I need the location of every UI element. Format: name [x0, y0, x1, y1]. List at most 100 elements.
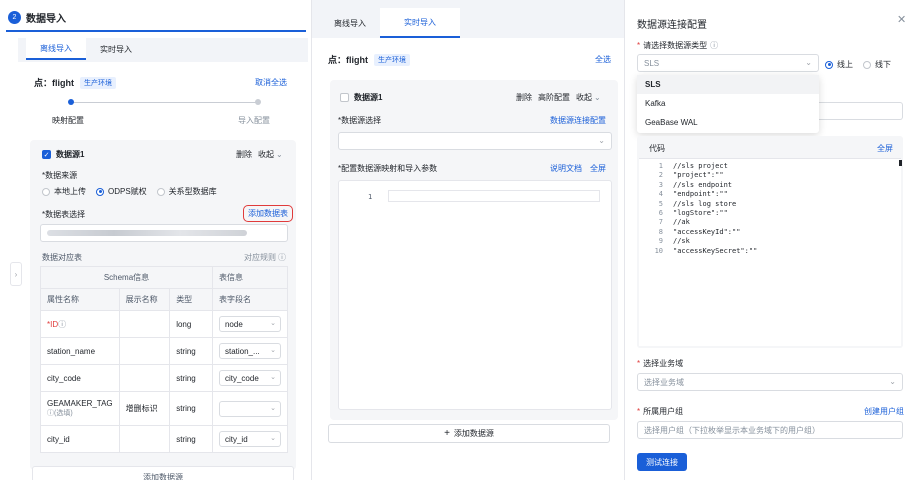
attr-name: city_id [40, 425, 120, 453]
code-line-number: 9 [658, 237, 663, 246]
radio-online[interactable]: 线上 [837, 59, 853, 70]
table-info-header: 表信息 [211, 266, 289, 289]
delete-link[interactable]: 删除 [516, 92, 532, 103]
add-datasource-label: 添加数据源 [143, 472, 183, 480]
editor-active-line[interactable] [388, 190, 600, 202]
table-row: *IDⓘ long node ⌄ [40, 310, 289, 338]
code-line-text: "logStore":"" [673, 209, 728, 218]
type-select[interactable]: SLS ⌄ [637, 54, 819, 72]
step-import-label[interactable]: 导入配置 [238, 115, 270, 126]
group-placeholder: 选择用户组（下拉枚举显示本业务域下的用户组） [644, 425, 820, 435]
radio-local-upload[interactable]: 本地上传 [54, 186, 86, 197]
ds-config-link[interactable]: 数据源连接配置 [550, 115, 606, 126]
attr-name: GEAMAKER_TAG [47, 398, 113, 408]
add-datasource-button[interactable]: + 添加数据源 [328, 424, 610, 443]
attr-type: string [169, 391, 213, 426]
radio-icon[interactable] [156, 187, 165, 196]
radio-selected-icon[interactable] [825, 60, 833, 69]
create-group-link[interactable]: 创建用户组 [864, 406, 904, 417]
chevron-right-icon[interactable]: › [10, 262, 22, 286]
radio-offline[interactable]: 线下 [875, 59, 891, 70]
tab-offline-import[interactable]: 离线导入 [26, 38, 86, 60]
code-line-number: 5 [658, 199, 663, 208]
mapping-params-label: *配置数据源映射和导入参数 [338, 164, 438, 173]
attr-type: string [169, 364, 213, 392]
test-connection-button[interactable]: 测试连接 [637, 453, 687, 471]
field-select[interactable]: ⌄ [218, 400, 281, 417]
option-sls[interactable]: SLS [637, 75, 819, 94]
attr-name: station_name [40, 337, 120, 365]
checkbox-icon[interactable] [340, 93, 349, 102]
field-select[interactable]: city_code ⌄ [218, 370, 281, 386]
help-icon: ⓘ [47, 409, 54, 417]
doc-link[interactable]: 说明文档 [550, 163, 582, 174]
step-mapping-label[interactable]: 映射配置 [52, 115, 84, 126]
step-underline [6, 30, 306, 32]
option-kafka[interactable]: Kafka [637, 94, 819, 113]
data-source-label: *数据来源 [42, 171, 78, 180]
tab-offline-import[interactable]: 离线导入 [320, 8, 380, 38]
attr-name: city_code [40, 364, 120, 392]
table-select-input[interactable] [40, 224, 288, 242]
hidden-input[interactable] [813, 102, 903, 120]
ds-select-input[interactable]: ⌄ [338, 132, 612, 150]
close-icon[interactable]: ✕ [897, 13, 906, 26]
scrollbar-thumb[interactable] [899, 160, 902, 166]
code-line-text: //sls project [673, 162, 728, 170]
mapping-label: 数据对应表 [42, 253, 82, 262]
help-circle-icon[interactable]: ⓘ [710, 40, 718, 51]
checkbox-checked-icon[interactable]: ✓ [42, 150, 51, 159]
field-select[interactable]: node ⌄ [218, 316, 281, 332]
domain-label: 选择业务域 [643, 359, 684, 368]
chevron-down-icon: ⌄ [270, 435, 276, 442]
optional-note: (选填) [54, 409, 73, 417]
fullscreen-link[interactable]: 全屏 [877, 143, 893, 154]
mapping-rule-link[interactable]: 对应规则 [244, 252, 276, 263]
radio-odps[interactable]: ODPS赋权 [108, 186, 147, 197]
radio-icon[interactable] [863, 60, 871, 69]
radio-icon[interactable] [42, 187, 50, 196]
tab-realtime-import[interactable]: 实时导入 [380, 8, 460, 38]
attr-type: string [169, 425, 213, 453]
stepper-line [70, 102, 258, 103]
help-circle-icon[interactable]: ⓘ [278, 252, 286, 263]
table-select-label: *数据表选择 [42, 210, 86, 219]
code-line-number: 2 [658, 171, 663, 180]
cancel-all-link[interactable]: 取消全选 [255, 77, 287, 88]
radio-relational-db[interactable]: 关系型数据库 [169, 186, 217, 197]
point-label: 点：flight [328, 55, 368, 65]
step-title: 数据导入 [26, 14, 66, 25]
advanced-config-link[interactable]: 高阶配置 [538, 92, 570, 103]
right-panel: 数据源连接配置 ✕ * 请选择数据源类型 ⓘ SLS ⌄ 线上 线下 SLS K… [624, 0, 920, 480]
code-editor[interactable] [338, 180, 612, 410]
left-panel: 2 数据导入 离线导入 实时导入 点：flight 生产环境 取消全选 映射配置… [0, 0, 312, 480]
delete-link[interactable]: 删除 [236, 149, 252, 160]
blurred-table-value [47, 230, 247, 236]
datasource-name: 数据源1 [56, 150, 85, 159]
code-line-text: "project":"" [673, 171, 724, 180]
option-geabase-wal[interactable]: GeaBase WAL [637, 113, 819, 132]
chevron-down-icon: ⌄ [889, 377, 896, 386]
collapse-link[interactable]: 收起 [258, 149, 274, 160]
editor-line-number: 1 [368, 193, 373, 201]
collapse-link[interactable]: 收起 [576, 92, 592, 103]
tab-realtime-import[interactable]: 实时导入 [86, 38, 146, 60]
field-select[interactable]: city_id ⌄ [218, 431, 281, 447]
step-number-badge: 2 [8, 11, 21, 24]
fullscreen-link[interactable]: 全屏 [590, 163, 606, 174]
add-datasource-button-partial[interactable]: 添加数据源 [32, 466, 294, 480]
stepper-dot-active [68, 99, 74, 105]
chevron-down-icon: ⌄ [598, 136, 605, 145]
attr-type: long [169, 310, 213, 338]
code-line-number: 8 [658, 227, 663, 236]
domain-select[interactable]: 选择业务域 ⌄ [637, 373, 903, 391]
add-table-link[interactable]: 添加数据表 [243, 205, 293, 222]
radio-selected-icon[interactable] [96, 187, 104, 196]
group-select[interactable]: 选择用户组（下拉枚举显示本业务域下的用户组） [637, 421, 903, 439]
domain-placeholder: 选择业务域 [644, 377, 684, 387]
group-label: 所属用户组 [643, 407, 684, 416]
field-select[interactable]: station_... ⌄ [218, 343, 281, 359]
add-datasource-label: 添加数据源 [453, 429, 494, 438]
select-all-link[interactable]: 全选 [595, 54, 611, 65]
required-mark: * [637, 359, 641, 368]
